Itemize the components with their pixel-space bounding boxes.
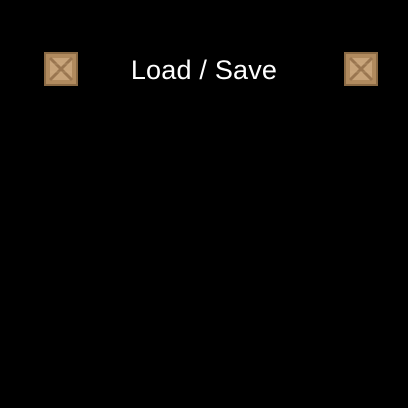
load-save-screen: Load / Save [0,0,408,408]
screen-header: Load / Save [0,50,408,90]
save-slot-area [0,95,408,408]
wooden-crate-icon [344,52,378,86]
